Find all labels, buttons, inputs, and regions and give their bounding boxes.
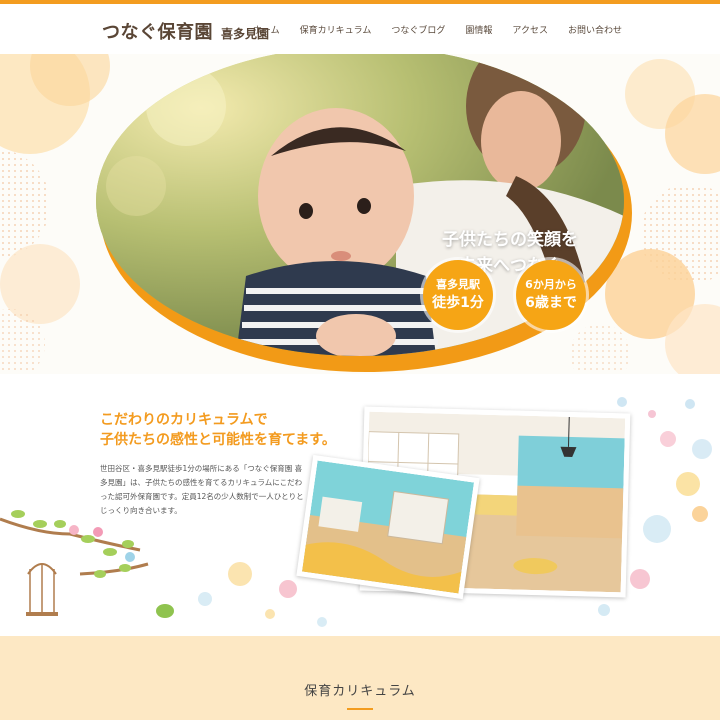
nav-item-home[interactable]: ホーム <box>253 23 280 36</box>
site-logo[interactable]: つなぐ保育園 喜多見園 <box>102 18 269 44</box>
nav-item-blog[interactable]: つなぐブログ <box>391 23 445 36</box>
intro-body-text: 世田谷区・喜多見駅徒歩1分の場所にある「つなぐ保育園 喜多見園」は、子供たちの感… <box>100 464 304 515</box>
curriculum-title-underline <box>347 708 373 710</box>
curriculum-section: 保育カリキュラム <box>0 636 720 720</box>
intro-section: こだわりのカリキュラムで 子供たちの感性と可能性を育てます。 世田谷区・喜多見駅… <box>0 374 720 636</box>
badge-age-line1: 6か月から <box>525 278 577 291</box>
curriculum-section-title: 保育カリキュラム <box>304 684 416 699</box>
intro-lead: こだわりのカリキュラムで 子供たちの感性と可能性を育てます。 <box>100 410 336 450</box>
intro-lead-line2: 子供たちの感性と可能性を育てます。 <box>100 432 336 448</box>
badge-age: 6か月から 6歳まで <box>516 260 586 330</box>
intro-lead-line1: こだわりのカリキュラムで <box>100 412 268 428</box>
global-nav: ホーム 保育カリキュラム つなぐブログ 園情報 アクセス お問い合わせ <box>253 23 622 36</box>
catch-line-1: 子供たちの笑顔を <box>442 230 578 250</box>
nav-item-curriculum[interactable]: 保育カリキュラム <box>300 23 372 36</box>
badge-station-line2: 徒歩1分 <box>432 295 484 311</box>
badge-age-line2: 6歳まで <box>525 295 577 311</box>
site-header: つなぐ保育園 喜多見園 ホーム 保育カリキュラム つなぐブログ 園情報 アクセス… <box>0 4 720 54</box>
badge-station-line1: 喜多見駅 <box>436 278 480 291</box>
classroom-illustration-small <box>301 460 475 594</box>
hero-section: 子供たちの笑顔を 未来へつなぐ 喜多見駅 徒歩1分 6か月から 6歳まで <box>0 54 720 374</box>
badge-station: 喜多見駅 徒歩1分 <box>423 260 493 330</box>
nav-item-contact[interactable]: お問い合わせ <box>568 23 622 36</box>
classroom-photo-small <box>296 454 480 600</box>
nav-item-access[interactable]: アクセス <box>512 23 548 36</box>
logo-main-text: つなぐ保育園 <box>102 22 213 43</box>
nav-item-info[interactable]: 園情報 <box>465 23 492 36</box>
